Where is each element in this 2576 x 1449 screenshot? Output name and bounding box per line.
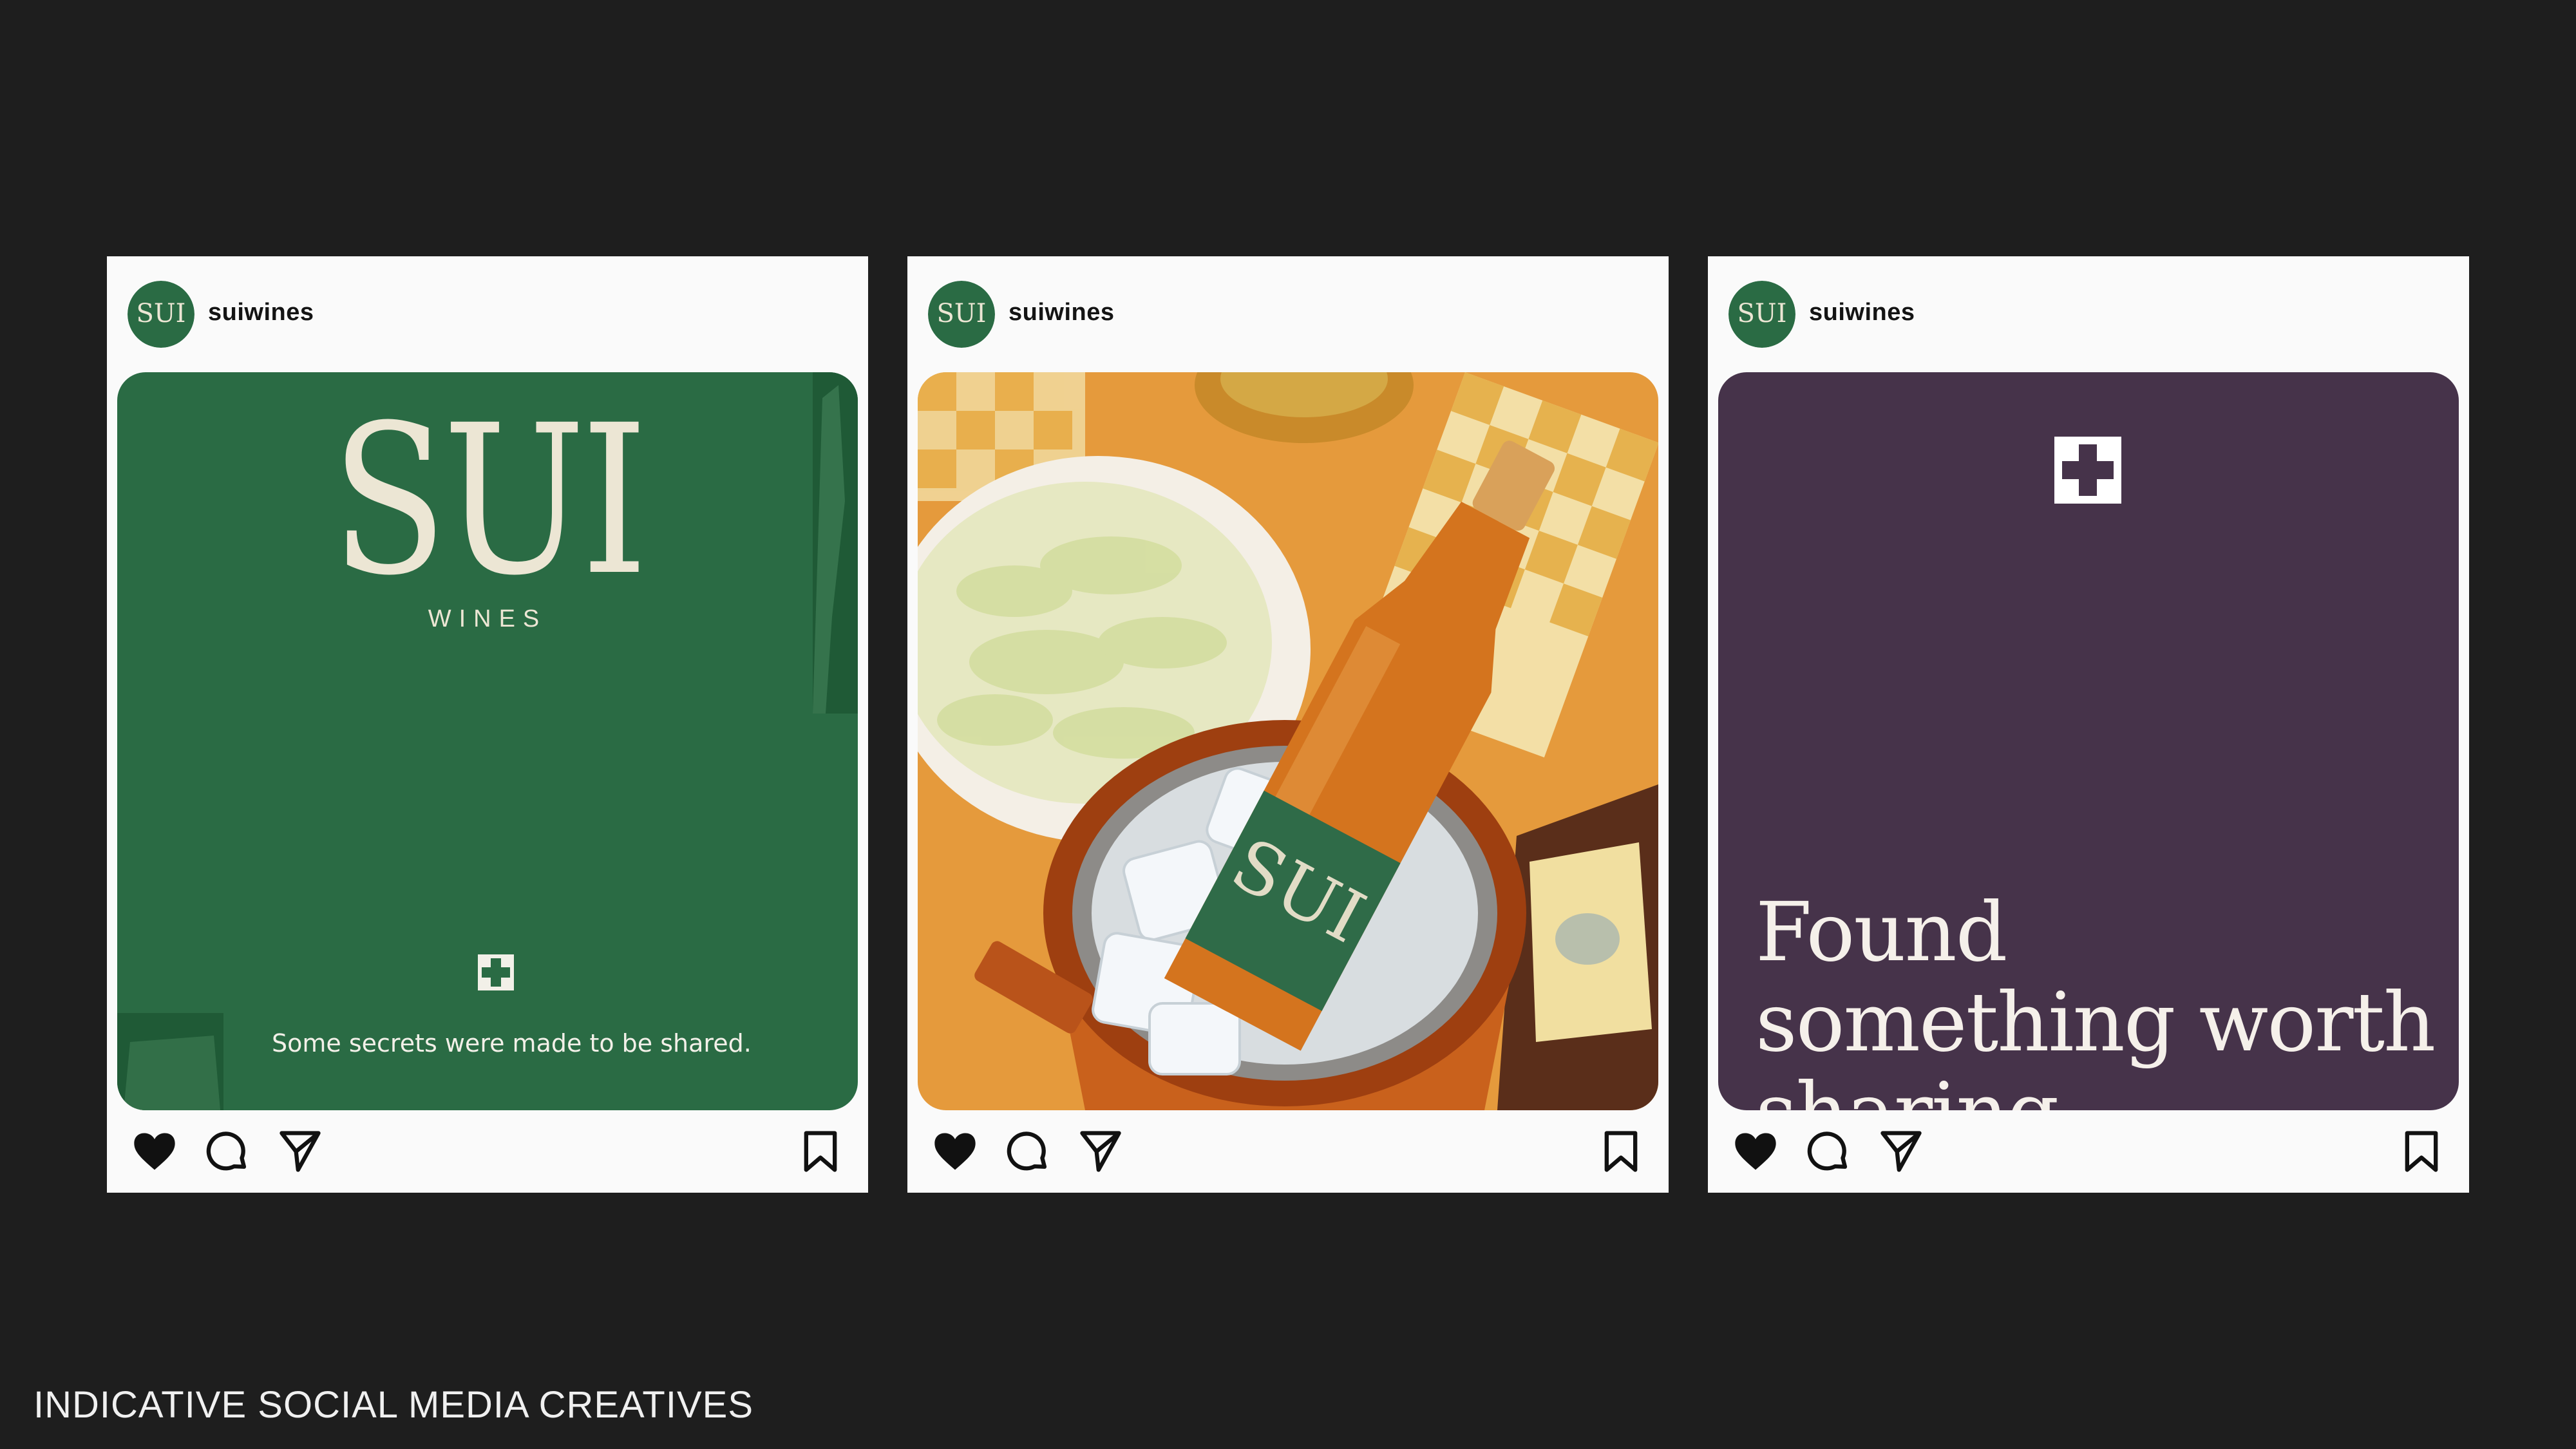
bookmark-icon[interactable] [796, 1127, 845, 1176]
bookmark-icon[interactable] [2397, 1127, 2446, 1176]
svg-text:SUI: SUI [1738, 299, 1787, 328]
heart-icon[interactable] [931, 1127, 980, 1176]
post-media: Found something worth sharing. [1718, 372, 2459, 1110]
username[interactable]: suiwines [1809, 299, 1915, 327]
share-icon[interactable] [1877, 1127, 1926, 1176]
slide-caption: INDICATIVE SOCIAL MEDIA CREATIVES [33, 1384, 754, 1426]
svg-text:SUI: SUI [937, 299, 987, 328]
comment-icon[interactable] [1803, 1127, 1852, 1176]
username[interactable]: suiwines [1009, 299, 1115, 327]
share-icon[interactable] [276, 1127, 325, 1176]
social-post-1: SUI suiwines SUI WINES Some secrets were… [107, 256, 868, 1193]
post-photo: SUI [918, 372, 1658, 1110]
post-caption: Some secrets were made to be shared. [272, 1029, 752, 1057]
post-headline: Found something worth sharing. [1756, 885, 2436, 1111]
avatar[interactable]: SUI [928, 281, 995, 348]
brand-logo-word: SUI [331, 381, 648, 621]
cross-icon [2054, 437, 2121, 504]
social-post-2: SUI suiwines SUI [907, 256, 1669, 1193]
social-post-3: SUI suiwines Found something worth shari… [1708, 256, 2469, 1193]
cross-icon [478, 954, 514, 990]
post-header: SUI suiwines [907, 256, 1669, 372]
avatar[interactable]: SUI [128, 281, 194, 348]
svg-text:SUI: SUI [137, 299, 186, 328]
heart-icon[interactable] [1731, 1127, 1780, 1176]
post-media: SUI WINES Some secrets were made to be s… [117, 372, 858, 1110]
post-header: SUI suiwines [107, 256, 868, 372]
post-actions [907, 1110, 1669, 1193]
post-actions [1708, 1110, 2469, 1193]
brand-logo-sub: WINES [428, 605, 547, 632]
avatar[interactable]: SUI [1728, 281, 1795, 348]
post-actions [107, 1110, 868, 1193]
heart-icon[interactable] [130, 1127, 179, 1176]
share-icon[interactable] [1076, 1127, 1125, 1176]
comment-icon[interactable] [1003, 1127, 1052, 1176]
wine-photo: SUI [918, 372, 1658, 1110]
bookmark-icon[interactable] [1596, 1127, 1645, 1176]
post-header: SUI suiwines [1708, 256, 2469, 372]
username[interactable]: suiwines [208, 299, 314, 327]
comment-icon[interactable] [202, 1127, 251, 1176]
